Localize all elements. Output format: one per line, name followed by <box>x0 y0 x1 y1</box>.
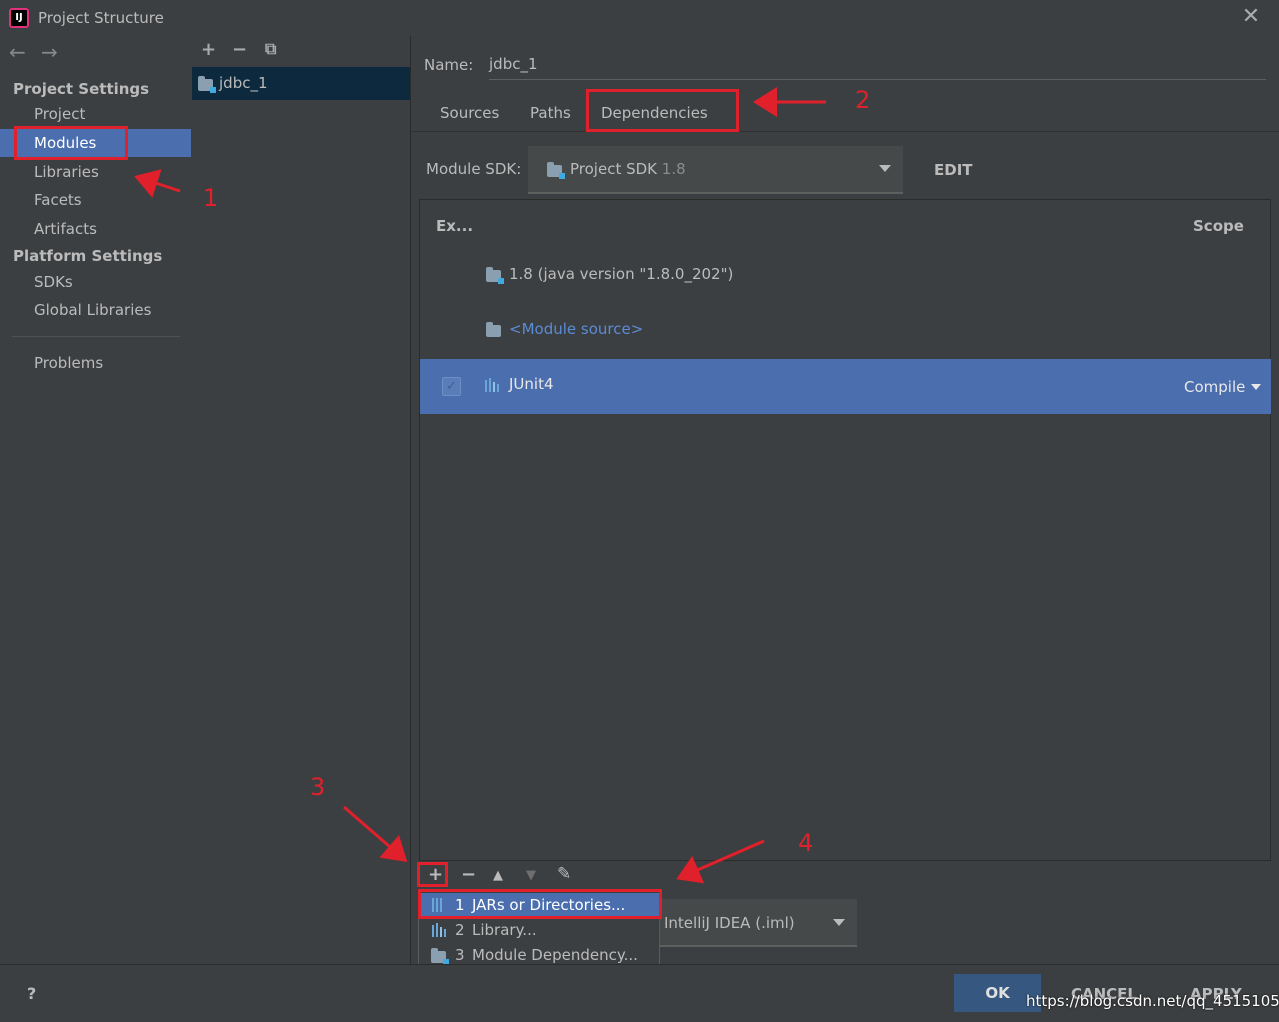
annotation-arrow-1 <box>134 169 181 198</box>
annotation-arrow-3 <box>343 805 408 862</box>
annotation-arrow-4 <box>676 839 765 884</box>
annotation-arrows <box>134 87 826 884</box>
